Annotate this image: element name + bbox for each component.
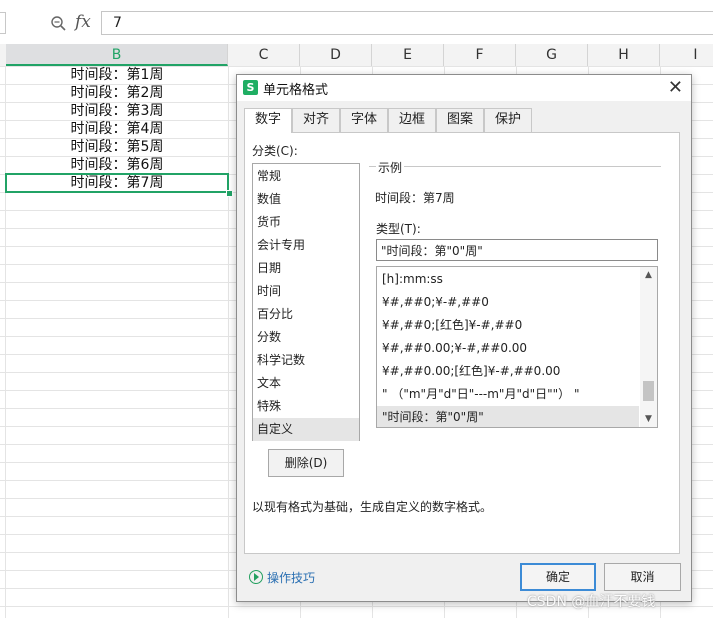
type-item-selected[interactable]: "时间段：第"0"周" (377, 406, 639, 427)
type-item[interactable]: ¥#,##0;¥-#,##0 (377, 291, 639, 313)
tab-protection[interactable]: 保护 (484, 108, 532, 132)
grid-line (228, 66, 229, 618)
tips-link-label: 操作技巧 (267, 571, 316, 585)
scroll-down-icon[interactable]: ▼ (640, 411, 657, 427)
cell-b3[interactable]: 时间段：第3周 (6, 102, 228, 120)
tab-border[interactable]: 边框 (388, 108, 436, 132)
scroll-thumb[interactable] (643, 381, 654, 401)
app-logo-icon: S (243, 80, 258, 95)
play-icon (249, 570, 263, 584)
column-header-f[interactable]: F (444, 44, 516, 66)
category-item[interactable]: 数值 (253, 188, 359, 211)
zoom-icon[interactable] (50, 15, 66, 31)
sample-label: 示例 (376, 159, 405, 176)
column-header-c[interactable]: C (228, 44, 300, 66)
scrollbar[interactable]: ▲ ▼ (640, 267, 657, 427)
type-list[interactable]: [h]:mm:ss ¥#,##0;¥-#,##0 ¥#,##0;[红色]¥-#,… (376, 266, 658, 428)
ok-button[interactable]: 确定 (520, 563, 596, 591)
column-header-i[interactable]: I (660, 44, 713, 66)
type-label: 类型(T): (376, 222, 421, 236)
function-icon[interactable]: fx (75, 12, 91, 32)
category-list[interactable]: 常规 数值 货币 会计专用 日期 时间 百分比 分数 科学记数 文本 特殊 自定… (252, 163, 360, 441)
delete-button[interactable]: 删除(D) (268, 449, 344, 477)
type-item[interactable]: [h]:mm:ss (377, 268, 639, 290)
category-item[interactable]: 货币 (253, 211, 359, 234)
formula-bar: fx 7 (0, 0, 713, 44)
column-header-b[interactable]: B (6, 44, 228, 66)
number-tab-panel: 分类(C): 常规 数值 货币 会计专用 日期 时间 百分比 分数 科学记数 文… (244, 132, 680, 554)
scroll-up-icon[interactable]: ▲ (640, 267, 657, 283)
cancel-button[interactable]: 取消 (604, 563, 681, 591)
tips-link[interactable]: 操作技巧 (249, 569, 315, 586)
type-item[interactable]: ¥#,##0.00;[红色]¥-#,##0.00 (377, 360, 639, 382)
category-item[interactable]: 特殊 (253, 395, 359, 418)
category-item[interactable]: 分数 (253, 326, 359, 349)
category-item[interactable]: 科学记数 (253, 349, 359, 372)
tab-pattern[interactable]: 图案 (436, 108, 484, 132)
category-item-selected[interactable]: 自定义 (253, 418, 359, 441)
category-item[interactable]: 常规 (253, 165, 359, 188)
category-item[interactable]: 文本 (253, 372, 359, 395)
column-header-d[interactable]: D (300, 44, 372, 66)
cell-b6[interactable]: 时间段：第6周 (6, 156, 228, 174)
active-cell-border (5, 173, 229, 193)
column-headers: B C D E F G H I (0, 44, 713, 67)
cell-b5[interactable]: 时间段：第5周 (6, 138, 228, 156)
tab-number[interactable]: 数字 (244, 108, 292, 133)
watermark: CSDN @血汗不要钱 (527, 594, 656, 610)
category-label: 分类(C): (252, 144, 298, 158)
cell-b4[interactable]: 时间段：第4周 (6, 120, 228, 138)
category-item[interactable]: 时间 (253, 280, 359, 303)
tab-font[interactable]: 字体 (340, 108, 388, 132)
category-item[interactable]: 会计专用 (253, 234, 359, 257)
formula-input[interactable]: 7 (101, 11, 713, 35)
name-box-edge[interactable] (0, 12, 6, 34)
cell-b1[interactable]: 时间段：第1周 (6, 66, 228, 84)
cell-b2[interactable]: 时间段：第2周 (6, 84, 228, 102)
type-item[interactable]: ¥#,##0.00;¥-#,##0.00 (377, 337, 639, 359)
category-item[interactable]: 日期 (253, 257, 359, 280)
dialog-title: 单元格格式 (263, 83, 329, 98)
column-header-e[interactable]: E (372, 44, 444, 66)
dialog-title-bar[interactable]: S 单元格格式 ✕ (237, 75, 691, 101)
fill-handle[interactable] (226, 190, 233, 197)
column-header-g[interactable]: G (516, 44, 588, 66)
format-cells-dialog: S 单元格格式 ✕ 数字 对齐 字体 边框 图案 保护 分类(C): 常规 数值… (236, 74, 692, 602)
close-icon[interactable]: ✕ (668, 77, 683, 98)
category-item[interactable]: 百分比 (253, 303, 359, 326)
type-item[interactable]: ¥#,##0;[红色]¥-#,##0 (377, 314, 639, 336)
column-header-h[interactable]: H (588, 44, 660, 66)
type-item[interactable]: " （"m"月"d"日"---m"月"d"日""） " (377, 383, 639, 405)
type-input[interactable]: "时间段：第"0"周" (376, 239, 658, 261)
sample-value: 时间段：第7周 (375, 191, 455, 205)
format-description: 以现有格式为基础，生成自定义的数字格式。 (252, 500, 493, 514)
tab-alignment[interactable]: 对齐 (292, 108, 340, 132)
